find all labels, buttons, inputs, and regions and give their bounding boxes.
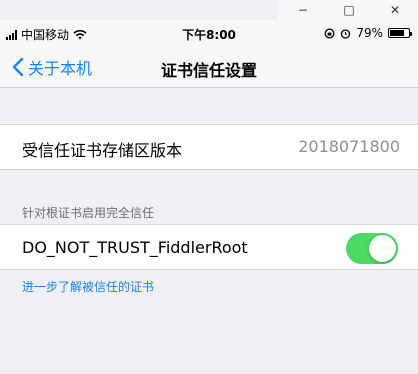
toggle-knob xyxy=(369,235,396,262)
section-header: 针对根证书启用完全信任 xyxy=(22,206,155,220)
page-title: 证书信任设置 xyxy=(160,61,257,80)
maximize-button[interactable]: □ xyxy=(326,0,372,20)
status-right: 79% xyxy=(324,26,412,40)
battery-icon xyxy=(388,28,412,38)
navigation-bar: 关于本机 证书信任设置 xyxy=(0,46,418,88)
certificate-name: DO_NOT_TRUST_FiddlerRoot xyxy=(22,238,248,257)
alarm-icon xyxy=(341,28,351,39)
certificate-trust-row: DO_NOT_TRUST_FiddlerRoot xyxy=(0,224,418,270)
status-bar: 中国移动 下午8:00 79% xyxy=(0,20,418,46)
window-controls: − □ ✕ xyxy=(278,0,418,20)
learn-more-link[interactable]: 进一步了解被信任的证书 xyxy=(22,278,154,295)
store-version-label: 受信任证书存储区版本 xyxy=(22,141,183,160)
rotation-lock-icon xyxy=(324,28,335,38)
store-version-row: 受信任证书存储区版本 2018071800 xyxy=(0,124,418,170)
trust-toggle[interactable] xyxy=(346,233,398,264)
store-version-value: 2018071800 xyxy=(298,137,400,156)
battery-percent: 79% xyxy=(356,26,383,40)
close-button[interactable]: ✕ xyxy=(372,0,418,20)
minimize-button[interactable]: − xyxy=(280,0,326,20)
